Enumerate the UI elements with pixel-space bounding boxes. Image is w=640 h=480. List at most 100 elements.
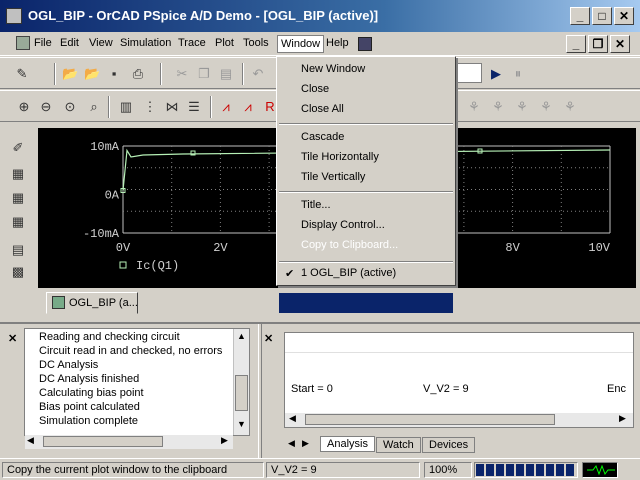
y-tick-label: 10mA — [90, 140, 120, 154]
menuitem-new-window[interactable]: New Window — [301, 63, 365, 75]
menu-tools[interactable]: Tools — [243, 37, 269, 49]
close-icon[interactable]: ✕ — [614, 7, 634, 25]
cursor-max-icon[interactable]: ⚘ — [562, 99, 578, 115]
tab-next-icon[interactable]: ▶ — [302, 438, 309, 449]
legend-marker — [119, 261, 127, 269]
log-line: Reading and checking circuit — [39, 331, 180, 343]
paste-icon[interactable]: ▤ — [218, 66, 234, 82]
cursor-peak-icon[interactable]: ⚘ — [466, 99, 482, 115]
simulation-settings-icon[interactable]: ▦ — [10, 214, 26, 230]
scroll-down-icon[interactable]: ▼ — [235, 419, 248, 432]
x-tick-label: 8V — [505, 241, 520, 255]
checkmark-icon: ✔ — [285, 268, 295, 280]
zoom-in-icon[interactable]: ⊕ — [16, 99, 32, 115]
zoom-area-icon[interactable]: ⊙ — [62, 99, 78, 115]
tab-analysis[interactable]: Analysis — [320, 436, 375, 452]
zoom-out-icon[interactable]: ⊖ — [38, 99, 54, 115]
menu-trace[interactable]: Trace — [178, 37, 206, 49]
open-sim-icon[interactable]: 📂 — [84, 66, 100, 82]
save-icon[interactable]: ▪ — [106, 66, 122, 82]
eval-icon[interactable]: ⩘ — [218, 99, 234, 115]
watch-scroll-right-icon[interactable]: ▶ — [619, 413, 626, 424]
status-vv2: V_V2 = 9 — [266, 462, 420, 478]
menu-help[interactable]: Help — [326, 37, 349, 49]
log-scroll-thumb[interactable] — [235, 375, 248, 411]
menu-view[interactable]: View — [89, 37, 113, 49]
menu-plot[interactable]: Plot — [215, 37, 234, 49]
tab-watch[interactable]: Watch — [376, 437, 421, 453]
minimize-icon[interactable]: _ — [570, 7, 590, 25]
scroll-right-icon[interactable]: ▶ — [221, 435, 228, 446]
open-icon[interactable]: 📂 — [62, 66, 78, 82]
cursor-slope-icon[interactable]: ⚘ — [514, 99, 530, 115]
menuitem-tile-horizontally[interactable]: Tile Horizontally — [301, 151, 379, 163]
menuitem-display-control[interactable]: Display Control... — [301, 219, 385, 231]
log-line: Simulation complete — [39, 415, 139, 427]
simulating-icon — [582, 462, 618, 478]
message-icon[interactable]: ▩ — [10, 264, 26, 280]
fourier-icon[interactable]: ⋮ — [142, 99, 158, 115]
run-icon[interactable]: ▶ — [488, 66, 504, 82]
new-icon[interactable]: ✎ — [14, 66, 30, 82]
menuitem-cascade[interactable]: Cascade — [301, 131, 344, 143]
log-hscroll-thumb[interactable] — [43, 436, 163, 447]
x-tick-label: 0V — [116, 241, 131, 255]
start-value: Start = 0 — [291, 383, 333, 395]
doc-icon[interactable] — [16, 36, 30, 50]
menuitem-window-1[interactable]: 1 OGL_BIP (active) — [301, 267, 396, 279]
left-toolbar: ✐ ▦ ▦ ▦ ▤ ▩ — [0, 128, 36, 312]
view-output-icon[interactable]: ▤ — [10, 242, 26, 258]
zoom-fit-icon[interactable]: ⌕ — [86, 99, 102, 115]
log-x-icon[interactable]: ▥ — [118, 99, 134, 115]
output-file-icon[interactable]: ▦ — [10, 166, 26, 182]
tab-first-icon[interactable]: ◀ — [288, 438, 295, 449]
mdi-minimize-icon[interactable]: _ — [566, 35, 586, 53]
x-tick-label: 10V — [588, 241, 610, 255]
performance-icon[interactable]: ⋈ — [164, 99, 180, 115]
log-hscroll[interactable]: ◀ ▶ — [25, 435, 233, 449]
undo-icon[interactable]: ↶ — [250, 66, 266, 82]
menuitem-copy-to-clipboard[interactable]: Copy to Clipboard... — [301, 239, 398, 251]
menu-file[interactable]: File — [34, 37, 52, 49]
menuitem-tile-vertically[interactable]: Tile Vertically — [301, 171, 365, 183]
close-watch-icon[interactable]: ✕ — [264, 332, 276, 345]
log-line: Bias point calculated — [39, 401, 140, 413]
progress-bar — [474, 462, 578, 478]
netlist-icon[interactable]: ▦ — [10, 190, 26, 206]
cursor-min-icon[interactable]: ⚘ — [538, 99, 554, 115]
menuitem-close-all[interactable]: Close All — [301, 103, 344, 115]
profile-box[interactable] — [456, 63, 482, 83]
copy-icon[interactable]: ❐ — [196, 66, 212, 82]
mdi-close-icon[interactable]: ✕ — [610, 35, 630, 53]
window-menu: New Window Close Close All Cascade Tile … — [276, 56, 456, 313]
menu-edit[interactable]: Edit — [60, 37, 79, 49]
maximize-icon[interactable]: □ — [592, 7, 612, 25]
mdi-restore-icon[interactable]: ❐ — [588, 35, 608, 53]
scroll-left-icon[interactable]: ◀ — [27, 435, 34, 446]
menuitem-title[interactable]: Title... — [301, 199, 331, 211]
scroll-up-icon[interactable]: ▲ — [235, 331, 248, 344]
tab-devices[interactable]: Devices — [422, 437, 476, 453]
plot-tab-label: OGL_BIP (a... — [69, 297, 138, 309]
menu-simulation[interactable]: Simulation — [120, 37, 171, 49]
menu-window[interactable]: Window — [277, 35, 325, 53]
watch-scroll-left-icon[interactable]: ◀ — [289, 413, 296, 424]
add-trace-icon[interactable]: ☰ — [186, 99, 202, 115]
print-icon[interactable]: ⎙ — [130, 66, 146, 82]
pin-icon[interactable]: ✐ — [10, 140, 26, 156]
context-help-icon[interactable] — [358, 37, 372, 51]
plot-tab[interactable]: OGL_BIP (a... — [46, 292, 138, 314]
end-value: Enc — [607, 383, 626, 395]
cursor-trough-icon[interactable]: ⚘ — [490, 99, 506, 115]
simulation-log: Reading and checking circuit Circuit read… — [24, 328, 250, 449]
close-log-icon[interactable]: ✕ — [8, 332, 20, 345]
cut-icon[interactable]: ✂ — [174, 66, 190, 82]
log-vscroll[interactable]: ▲ ▼ — [233, 329, 249, 435]
watch-hscroll-thumb[interactable] — [305, 414, 555, 425]
app-icon[interactable] — [6, 8, 22, 24]
watch-hscroll[interactable]: ◀ ▶ — [285, 413, 633, 427]
x-tick-label: 2V — [213, 241, 228, 255]
cursor-icon[interactable]: ⩘ — [240, 99, 256, 115]
pause-icon[interactable]: ⏸ — [510, 66, 526, 82]
menuitem-close[interactable]: Close — [301, 83, 329, 95]
